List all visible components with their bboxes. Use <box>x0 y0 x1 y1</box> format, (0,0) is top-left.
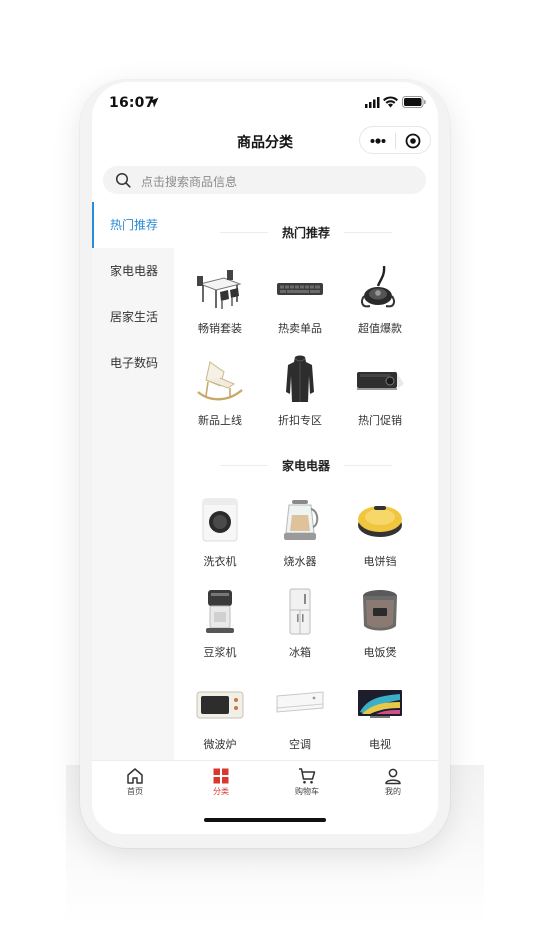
product-label: 烧水器 <box>283 555 317 568</box>
sidebar-item-label: 居家生活 <box>110 310 159 324</box>
capsule-divider <box>395 133 396 149</box>
tab-label: 分类 <box>213 787 229 796</box>
app-screen: 16:07 商品分类 点击搜索商品信息 热门推荐 家电电器 居家生活 电子数码 … <box>92 82 438 834</box>
rice-cooker-icon <box>363 590 397 631</box>
product-item[interactable]: 冰箱 <box>260 586 340 660</box>
search-bar[interactable]: 点击搜索商品信息 <box>103 166 426 194</box>
product-item[interactable]: 洗衣机 <box>180 495 260 569</box>
category-icon <box>213 768 229 784</box>
product-item[interactable]: 新品上线 <box>180 354 260 428</box>
sidebar-item-label: 电子数码 <box>110 356 159 370</box>
jacket-icon <box>286 355 314 402</box>
kettle-icon <box>284 500 319 540</box>
product-item[interactable]: 电饭煲 <box>340 586 420 660</box>
section-title-appliances: 家电电器 <box>281 459 330 473</box>
product-label: 热门促销 <box>358 414 402 427</box>
product-item[interactable]: 畅销套装 <box>180 262 260 336</box>
wifi-icon <box>383 96 398 108</box>
product-item[interactable]: 烧水器 <box>260 495 340 569</box>
close-target-icon[interactable] <box>405 133 421 149</box>
tab-home[interactable]: 首页 <box>92 761 178 797</box>
rocking-chair-icon <box>197 361 243 401</box>
search-icon <box>115 172 131 188</box>
product-label: 新品上线 <box>198 414 242 427</box>
product-label: 电饼铛 <box>363 555 397 568</box>
product-item[interactable]: 热卖单品 <box>260 262 340 336</box>
sidebar-item-digital[interactable]: 电子数码 <box>92 340 174 386</box>
washing-machine-icon <box>202 498 238 542</box>
search-placeholder: 点击搜索商品信息 <box>141 175 238 189</box>
tab-profile[interactable]: 我的 <box>350 761 436 797</box>
keyboard-icon <box>277 283 323 295</box>
air-conditioner-icon <box>276 691 324 713</box>
product-label: 洗衣机 <box>203 555 237 568</box>
product-item[interactable]: 电视 <box>340 678 420 752</box>
category-content: 热门推荐 畅销套装 热卖单品 超值爆款 新品上线 折扣专区 热门促销 家电电器 … <box>174 202 438 762</box>
more-dots-icon[interactable] <box>369 134 387 148</box>
section-title-hot: 热门推荐 <box>281 226 330 240</box>
fridge-icon <box>289 588 311 635</box>
category-sidebar: 热门推荐 家电电器 居家生活 电子数码 <box>92 202 174 762</box>
home-indicator <box>204 818 326 822</box>
product-item[interactable]: 空调 <box>260 678 340 752</box>
microwave-icon <box>196 691 244 719</box>
sidebar-item-home-living[interactable]: 居家生活 <box>92 294 174 340</box>
product-label: 折扣专区 <box>278 414 322 427</box>
product-label: 畅销套装 <box>198 322 242 335</box>
electric-pan-icon <box>358 506 402 537</box>
tv-icon <box>358 690 402 718</box>
soymilk-maker-icon <box>206 590 234 633</box>
car-phone-holder-icon <box>361 265 395 308</box>
user-icon <box>385 768 401 785</box>
product-label: 超值爆款 <box>358 322 402 335</box>
status-bar: 16:07 <box>92 82 438 122</box>
product-label: 豆浆机 <box>203 646 237 659</box>
sidebar-item-hot[interactable]: 热门推荐 <box>92 202 174 248</box>
product-item[interactable]: 折扣专区 <box>260 354 340 428</box>
product-item[interactable]: 豆浆机 <box>180 586 260 660</box>
battery-icon <box>402 96 426 108</box>
section-divider-right <box>344 232 392 233</box>
sidebar-item-label: 家电电器 <box>110 264 159 278</box>
tab-bar: 首页 分类 购物车 我的 <box>92 760 438 804</box>
tab-label: 我的 <box>385 787 401 796</box>
projector-icon <box>357 368 404 390</box>
product-label: 空调 <box>289 738 311 751</box>
home-icon <box>127 768 143 784</box>
mini-program-capsule <box>359 126 431 154</box>
product-label: 电饭煲 <box>363 646 397 659</box>
product-label: 热卖单品 <box>278 322 322 335</box>
tab-category[interactable]: 分类 <box>178 761 264 797</box>
tab-label: 购物车 <box>295 787 319 796</box>
tab-label: 首页 <box>127 787 143 796</box>
section-divider-right <box>344 465 392 466</box>
product-item[interactable]: 热门促销 <box>340 354 420 428</box>
product-label: 微波炉 <box>203 738 237 751</box>
signal-icon <box>365 97 380 108</box>
sidebar-item-label: 热门推荐 <box>110 218 159 232</box>
sidebar-item-appliances[interactable]: 家电电器 <box>92 248 174 294</box>
product-item[interactable]: 微波炉 <box>180 678 260 752</box>
product-item[interactable]: 超值爆款 <box>340 262 420 336</box>
product-item[interactable]: 电饼铛 <box>340 495 420 569</box>
location-arrow-icon <box>148 97 159 108</box>
tab-cart[interactable]: 购物车 <box>264 761 350 797</box>
product-label: 冰箱 <box>289 646 311 659</box>
cart-icon <box>299 768 316 784</box>
dining-set-icon <box>197 270 242 309</box>
product-label: 电视 <box>369 738 391 751</box>
